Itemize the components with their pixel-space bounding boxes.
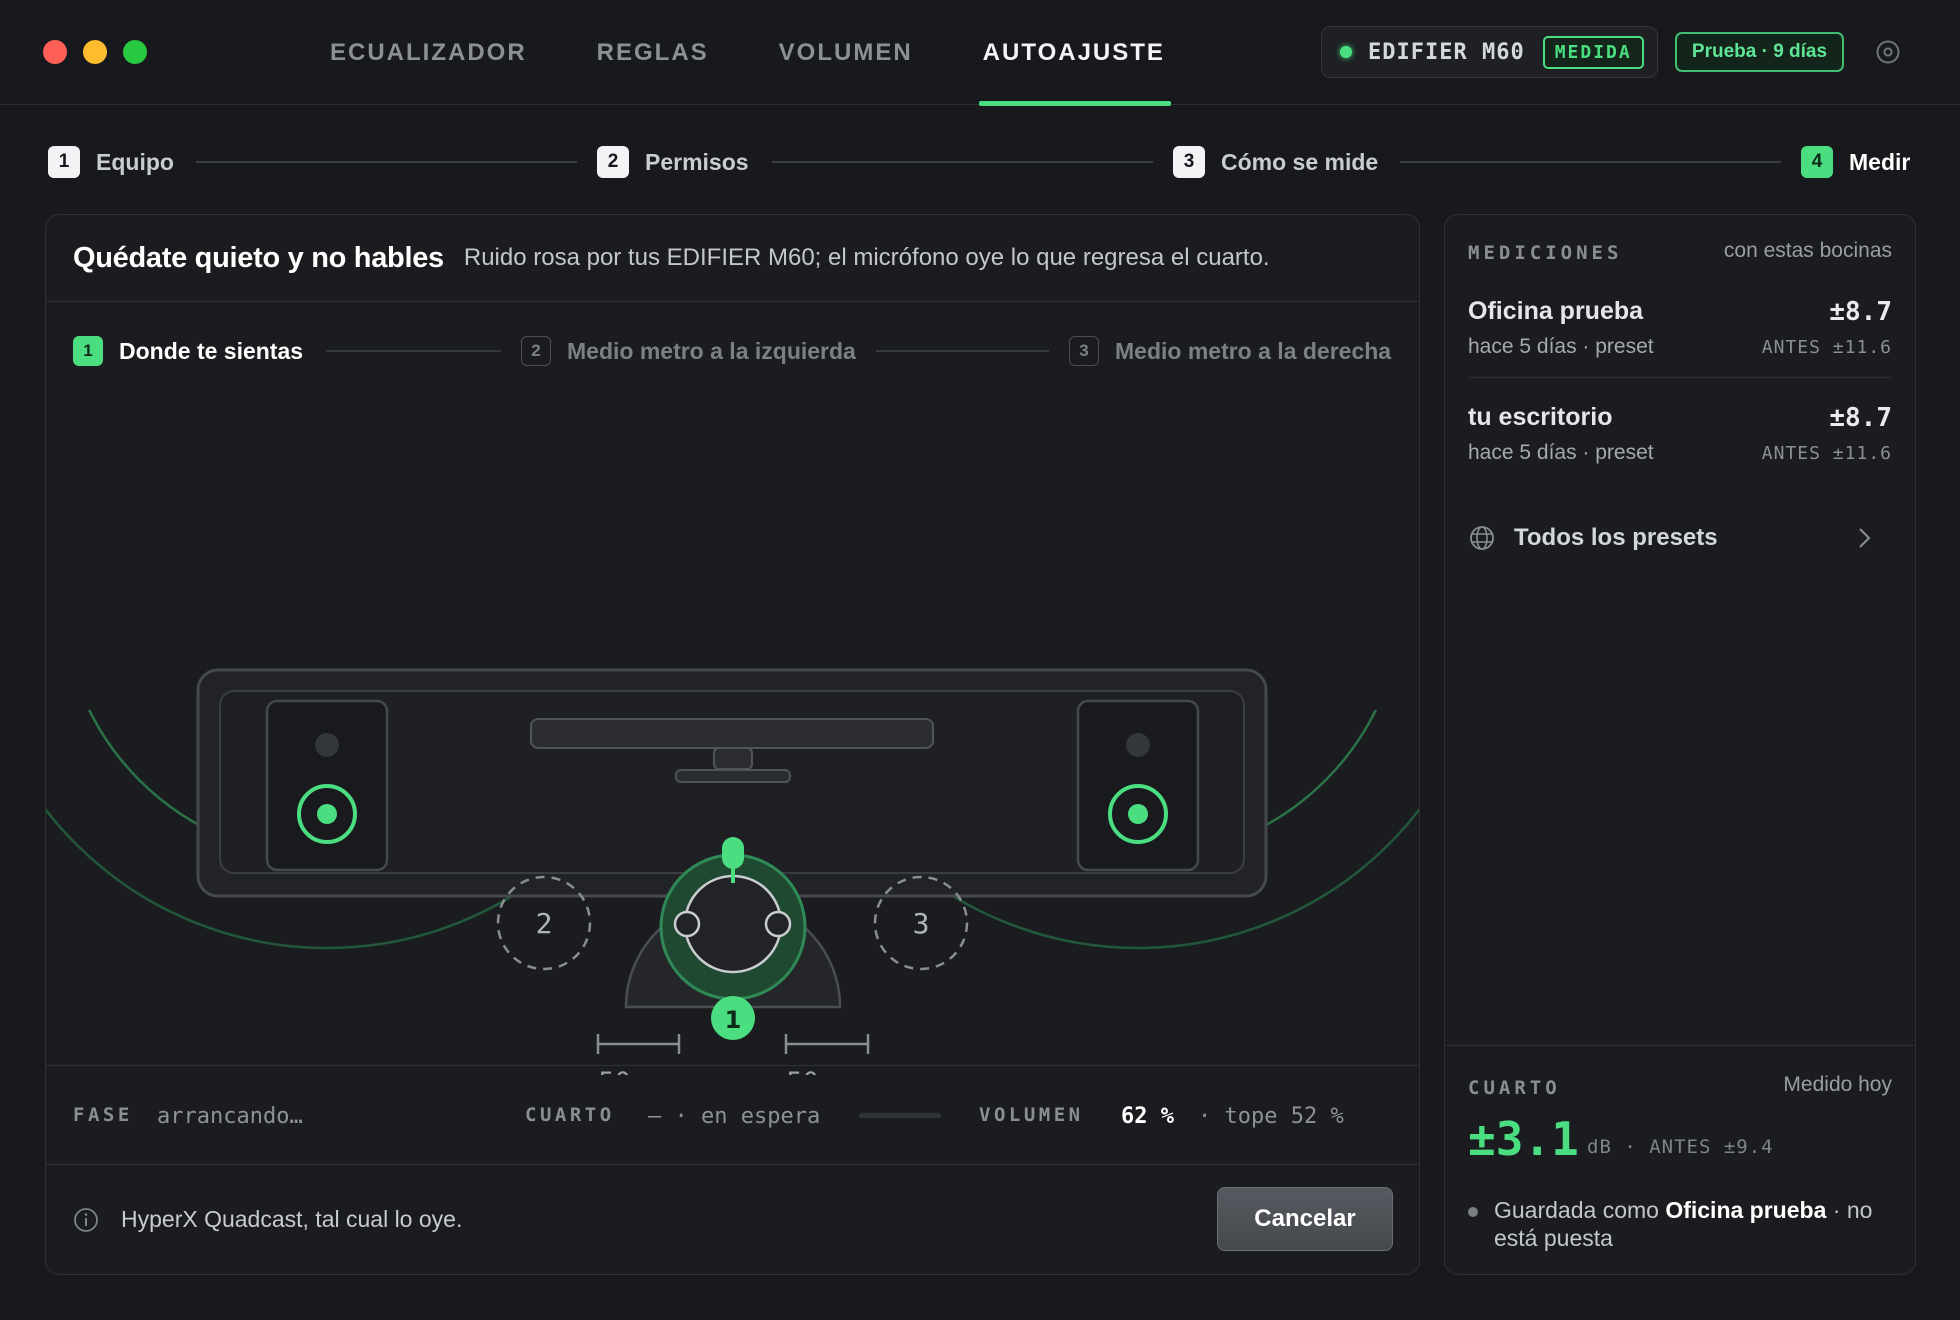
substep-label: Donde te sientas bbox=[119, 337, 304, 364]
room-key: CUARTO bbox=[525, 1104, 615, 1126]
volume-key: VOLUMEN bbox=[979, 1104, 1084, 1126]
gear-icon[interactable] bbox=[1872, 36, 1904, 68]
room-value: — · en espera bbox=[648, 1104, 821, 1129]
divider bbox=[1468, 377, 1892, 378]
saved-prefix: Guardada como bbox=[1494, 1197, 1666, 1223]
device-selector[interactable]: EDIFIER M60 MEDIDA bbox=[1321, 26, 1658, 78]
window-minimize-button[interactable] bbox=[83, 40, 107, 64]
step-number: 1 bbox=[48, 146, 80, 178]
measurements-title: MEDICIONES bbox=[1468, 242, 1623, 264]
measurements-panel: MEDICIONES con estas bocinas Oficina pru… bbox=[1444, 214, 1916, 1275]
window-zoom-button[interactable] bbox=[123, 40, 147, 64]
top-bar: ECUALIZADOR REGLAS VOLUMEN AUTOAJUSTE ED… bbox=[0, 0, 1960, 106]
measurement-before: ANTES ±11.6 bbox=[1761, 443, 1892, 464]
measurement-before: ANTES ±11.6 bbox=[1761, 337, 1892, 358]
distance-ruler-left bbox=[596, 1034, 681, 1054]
step-label: Medir bbox=[1849, 148, 1911, 175]
tab-reglas[interactable]: REGLAS bbox=[597, 0, 709, 105]
step-number: 4 bbox=[1801, 146, 1833, 178]
distance-ruler-right bbox=[784, 1034, 870, 1054]
tab-ecualizador[interactable]: ECUALIZADOR bbox=[330, 0, 527, 105]
room-summary-key: CUARTO bbox=[1468, 1077, 1561, 1099]
chevron-right-icon bbox=[1859, 528, 1871, 548]
step-connector bbox=[772, 161, 1153, 163]
measurement-panel: Quédate quieto y no hables Ruido rosa po… bbox=[45, 214, 1420, 1275]
position-marker-1: 1 bbox=[711, 996, 755, 1040]
position-marker-label: 1 bbox=[725, 1006, 742, 1034]
status-dot-icon bbox=[1468, 1207, 1478, 1217]
trial-badge[interactable]: Prueba · 9 días bbox=[1675, 32, 1844, 72]
substep-connector bbox=[326, 350, 501, 352]
tab-autoajuste[interactable]: AUTOAJUSTE bbox=[978, 0, 1172, 106]
globe-icon bbox=[1470, 526, 1494, 550]
substep-derecha[interactable]: 3 Medio metro a la derecha bbox=[1069, 335, 1391, 367]
substep-label: Medio metro a la derecha bbox=[1115, 337, 1392, 364]
measurement-item[interactable]: tu escritorio hace 5 días · preset ±8.7 … bbox=[1468, 403, 1892, 493]
measurements-note: con estas bocinas bbox=[1723, 239, 1892, 262]
measurement-name: Oficina prueba bbox=[1468, 297, 1644, 325]
measurement-value: ±8.7 bbox=[1829, 403, 1892, 433]
substep-number: 3 bbox=[1069, 336, 1099, 366]
position-marker-label: 2 bbox=[536, 907, 553, 940]
substep-number: 1 bbox=[73, 336, 103, 366]
step-label: Equipo bbox=[96, 148, 174, 175]
substep-label: Medio metro a la izquierda bbox=[567, 337, 856, 364]
panel-footer: HyperX Quadcast, tal cual lo oye. Cancel… bbox=[46, 1165, 1419, 1274]
cancel-button[interactable]: Cancelar bbox=[1217, 1187, 1393, 1251]
main-tabs: ECUALIZADOR REGLAS VOLUMEN AUTOAJUSTE bbox=[330, 0, 1172, 106]
step-label: Permisos bbox=[645, 148, 749, 175]
phase-key: FASE bbox=[73, 1104, 133, 1126]
panel-title: Quédate quieto y no hables bbox=[73, 241, 444, 274]
measurement-value: ±8.7 bbox=[1829, 297, 1892, 327]
panel-subtitle: Ruido rosa por tus EDIFIER M60; el micró… bbox=[463, 244, 1270, 271]
mic-info-text: HyperX Quadcast, tal cual lo oye. bbox=[121, 1206, 463, 1232]
room-meter bbox=[859, 1113, 941, 1118]
substep-donde-te-sientas[interactable]: 1 Donde te sientas bbox=[73, 335, 303, 367]
connected-dot-icon bbox=[1340, 46, 1352, 58]
room-summary-note: Medido hoy bbox=[1783, 1073, 1892, 1096]
info-icon bbox=[74, 1208, 98, 1232]
substep-izquierda[interactable]: 2 Medio metro a la izquierda bbox=[521, 335, 856, 367]
phase-value: arrancando… bbox=[157, 1104, 303, 1129]
substep-number: 2 bbox=[521, 336, 551, 366]
step-label: Cómo se mide bbox=[1221, 148, 1379, 175]
step-connector bbox=[196, 161, 577, 163]
saved-status: Guardada como Oficina prueba · no está p… bbox=[1468, 1196, 1888, 1252]
step-number: 2 bbox=[597, 146, 629, 178]
step-medir[interactable]: 4 Medir bbox=[1801, 145, 1910, 179]
saved-preset-name: Oficina prueba bbox=[1665, 1197, 1827, 1223]
all-presets-link[interactable]: Todos los presets bbox=[1468, 513, 1892, 563]
panel-header: Quédate quieto y no hables Ruido rosa po… bbox=[46, 215, 1419, 302]
room-diagram: 2 3 1 50 cm 50 cm bbox=[46, 668, 1419, 1075]
measurement-meta: hace 5 días · preset bbox=[1468, 441, 1654, 464]
measured-badge: MEDIDA bbox=[1542, 35, 1644, 69]
room-summary: CUARTO Medido hoy ±3.1 dB · ANTES ±9.4 G… bbox=[1445, 1045, 1915, 1274]
volume-value: 62 % bbox=[1121, 1104, 1174, 1129]
device-name: EDIFIER M60 bbox=[1368, 39, 1525, 65]
speaker-right-icon bbox=[1076, 699, 1200, 872]
measurement-item[interactable]: Oficina prueba hace 5 días · preset ±8.7… bbox=[1468, 297, 1892, 387]
all-presets-label: Todos los presets bbox=[1514, 524, 1718, 551]
room-value: ±3.1 bbox=[1468, 1112, 1579, 1166]
room-unit: dB · ANTES ±9.4 bbox=[1587, 1136, 1774, 1158]
volume-cap: · tope 52 % bbox=[1198, 1104, 1344, 1129]
step-como-se-mide[interactable]: 3 Cómo se mide bbox=[1173, 145, 1378, 179]
position-marker-label: 3 bbox=[913, 907, 930, 940]
status-bar: FASE arrancando… CUARTO — · en espera VO… bbox=[46, 1065, 1419, 1165]
window-close-button[interactable] bbox=[43, 40, 67, 64]
measurement-meta: hace 5 días · preset bbox=[1468, 335, 1654, 358]
speaker-left-icon bbox=[265, 699, 389, 872]
tab-volumen[interactable]: VOLUMEN bbox=[779, 0, 913, 105]
step-connector bbox=[1400, 161, 1781, 163]
step-equipo[interactable]: 1 Equipo bbox=[48, 145, 174, 179]
step-permisos[interactable]: 2 Permisos bbox=[597, 145, 749, 179]
step-number: 3 bbox=[1173, 146, 1205, 178]
substep-connector bbox=[876, 350, 1049, 352]
measurement-name: tu escritorio bbox=[1468, 403, 1613, 431]
